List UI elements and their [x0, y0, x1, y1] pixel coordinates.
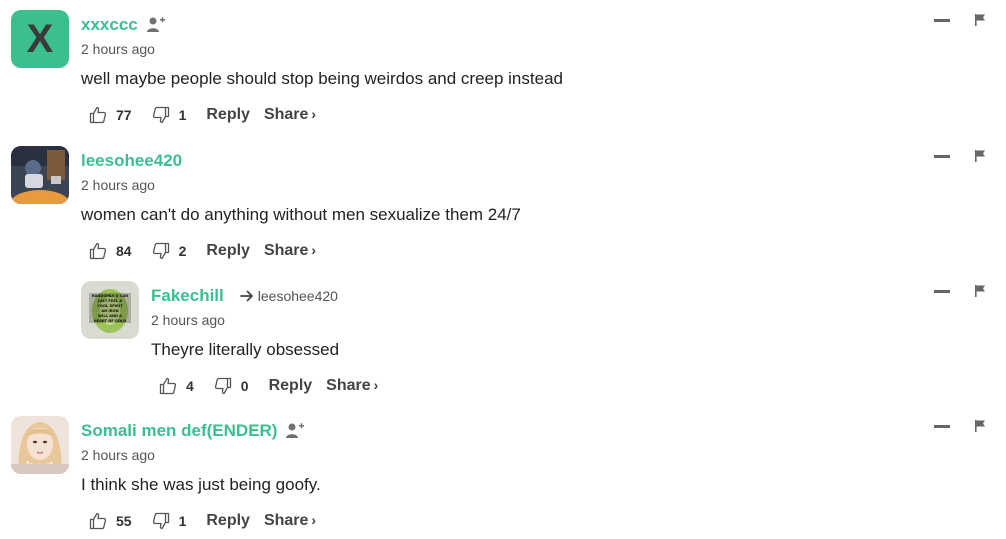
comment-actions: 4 0 Reply Share ›	[151, 374, 1006, 398]
avatar[interactable]: RANDOMLY U CAN JUST FEEL A COOL SPIRIT A…	[81, 281, 139, 339]
thumbs-up-icon	[89, 106, 107, 124]
comment-text: well maybe people should stop being weir…	[81, 69, 563, 88]
dislike-button[interactable]: 0	[214, 377, 249, 395]
svg-text:COOL SPIRIT: COOL SPIRIT	[97, 304, 123, 308]
svg-text:AN IRON: AN IRON	[101, 309, 118, 313]
reply-button[interactable]: Reply	[206, 512, 250, 530]
thumbs-down-icon	[152, 512, 169, 530]
arrow-right-icon	[239, 290, 253, 302]
username[interactable]: Fakechill	[151, 286, 224, 306]
comment-text: Theyre literally obsessed	[151, 340, 340, 359]
dislike-count: 0	[240, 378, 249, 394]
share-button[interactable]: Share ›	[264, 512, 316, 530]
dislike-count: 2	[178, 243, 187, 259]
share-label: Share	[326, 377, 371, 394]
comment-actions: 84 2 Reply Share ›	[81, 239, 1006, 263]
thumbs-down-icon	[152, 242, 169, 260]
flag-icon[interactable]	[974, 284, 986, 298]
like-count: 4	[186, 378, 194, 394]
dislike-button[interactable]: 2	[152, 242, 187, 260]
like-button[interactable]: 84	[81, 242, 132, 260]
thumbs-up-icon	[89, 242, 107, 260]
share-label: Share	[263, 106, 309, 123]
add-user-icon[interactable]	[146, 16, 166, 34]
comment-thread: X xxxccc 2 hours ago well maybe people s…	[0, 0, 1006, 539]
share-button[interactable]: Share ›	[326, 377, 378, 395]
svg-text:RANDOMLY U CAN: RANDOMLY U CAN	[92, 294, 128, 298]
thumbs-up-icon	[89, 512, 107, 530]
dislike-count: 1	[178, 107, 187, 123]
dislike-button[interactable]: 1	[152, 512, 187, 530]
thumbs-up-icon	[159, 377, 177, 395]
thumbs-down-icon	[214, 377, 231, 395]
flag-icon[interactable]	[974, 13, 986, 27]
comment-text: I think she was just being goofy.	[81, 475, 321, 494]
share-label: Share	[263, 512, 309, 529]
comment-actions: 55 1 Reply Share ›	[81, 509, 1006, 533]
flag-icon[interactable]	[974, 149, 986, 163]
comment-text: women can't do anything without men sexu…	[81, 205, 521, 224]
chevron-right-icon: ›	[311, 512, 317, 528]
like-count: 84	[116, 243, 132, 259]
like-count: 55	[116, 513, 132, 529]
username[interactable]: Somali men def(ENDER)	[81, 421, 277, 441]
dislike-button[interactable]: 1	[152, 106, 187, 124]
chevron-right-icon: ›	[311, 106, 317, 122]
dislike-count: 1	[178, 513, 187, 529]
thumbs-down-icon	[152, 106, 169, 124]
timestamp: 2 hours ago	[81, 177, 155, 193]
svg-text:HEART OF GOLD: HEART OF GOLD	[94, 319, 127, 323]
like-button[interactable]: 77	[81, 106, 132, 124]
reply-button[interactable]: Reply	[206, 106, 250, 124]
reply-button[interactable]: Reply	[206, 242, 250, 260]
svg-text:JUST FEEL A: JUST FEEL A	[97, 299, 122, 303]
comment-actions: 77 1 Reply Share ›	[81, 103, 1006, 127]
collapse-icon[interactable]	[934, 424, 950, 428]
like-button[interactable]: 4	[151, 377, 194, 395]
username[interactable]: leesohee420	[81, 151, 182, 171]
timestamp: 2 hours ago	[81, 41, 155, 57]
share-button[interactable]: Share ›	[264, 106, 316, 124]
share-label: Share	[263, 242, 309, 259]
reply-to[interactable]: leesohee420	[239, 288, 338, 304]
avatar[interactable]: X	[11, 10, 69, 68]
avatar[interactable]	[11, 416, 69, 474]
add-user-icon[interactable]	[285, 422, 305, 440]
like-button[interactable]: 55	[81, 512, 132, 530]
share-button[interactable]: Share ›	[264, 242, 316, 260]
collapse-icon[interactable]	[934, 154, 950, 158]
avatar-letter: X	[26, 16, 54, 61]
timestamp: 2 hours ago	[151, 312, 225, 328]
flag-icon[interactable]	[974, 419, 986, 433]
like-count: 77	[116, 107, 132, 123]
reply-to-username: leesohee420	[257, 288, 338, 304]
reply-button[interactable]: Reply	[269, 377, 313, 395]
username[interactable]: xxxccc	[81, 15, 138, 35]
collapse-icon[interactable]	[934, 289, 950, 293]
avatar[interactable]	[11, 146, 69, 204]
timestamp: 2 hours ago	[81, 447, 155, 463]
chevron-right-icon: ›	[311, 242, 317, 258]
collapse-icon[interactable]	[934, 18, 950, 22]
chevron-right-icon: ›	[373, 377, 379, 393]
svg-text:WILL AND A: WILL AND A	[98, 314, 122, 318]
